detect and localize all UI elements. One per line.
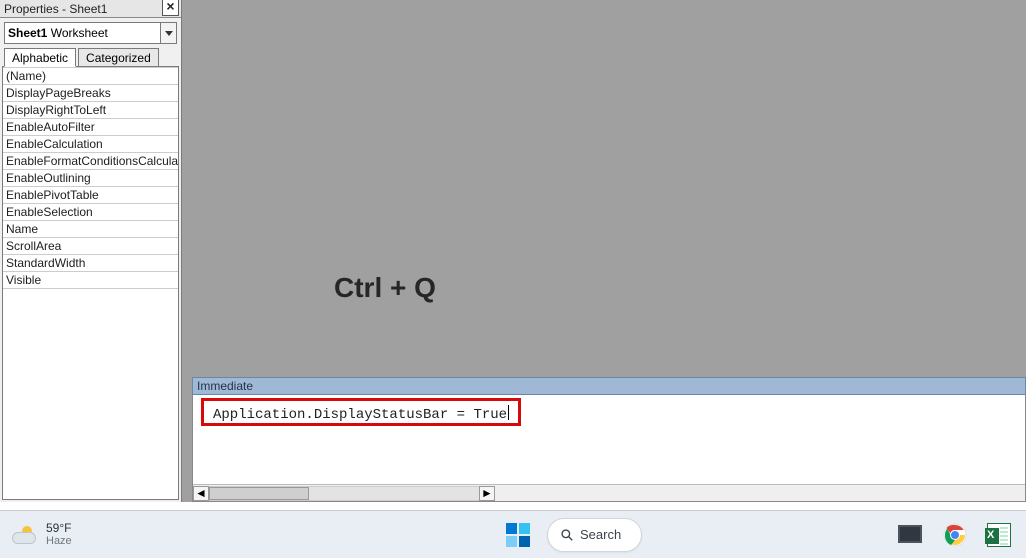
weather-temp: 59°F — [46, 522, 72, 535]
scroll-left-button[interactable]: ◄ — [193, 486, 209, 501]
property-row[interactable]: EnableOutliningFalse — [3, 170, 179, 187]
taskbar-app-excel[interactable] — [984, 520, 1014, 550]
properties-object-type: Worksheet — [51, 26, 108, 40]
property-name: DisplayPageBreaks — [3, 85, 179, 102]
property-row[interactable]: (Name)Sheet1 — [3, 68, 179, 85]
properties-close-button[interactable]: × — [162, 0, 179, 16]
keyboard-shortcut-overlay: Ctrl + Q — [334, 272, 436, 304]
search-icon — [560, 528, 574, 542]
property-row[interactable]: Visible-1 - xlSheetVisible — [3, 272, 179, 289]
properties-object-selector[interactable]: Sheet1 Worksheet — [4, 22, 177, 44]
tab-alphabetic[interactable]: Alphabetic — [4, 48, 76, 67]
chrome-icon — [943, 523, 967, 547]
tab-categorized[interactable]: Categorized — [78, 48, 159, 67]
property-name: StandardWidth — [3, 255, 179, 272]
start-button[interactable] — [503, 520, 533, 550]
properties-tabs: Alphabetic Categorized — [4, 48, 177, 67]
property-name: EnableAutoFilter — [3, 119, 179, 136]
taskbar: 59°F Haze Search — [0, 510, 1026, 558]
immediate-title-bar: Immediate — [192, 377, 1026, 395]
property-name: EnableFormatConditionsCalculation — [3, 153, 179, 170]
scroll-track[interactable] — [209, 486, 479, 501]
property-name: Visible — [3, 272, 179, 289]
properties-object-name: Sheet1 — [8, 26, 47, 40]
task-view-button[interactable] — [896, 520, 926, 550]
immediate-h-scrollbar[interactable]: ◄ ► — [193, 484, 1025, 501]
property-row[interactable]: StandardWidth8.43 — [3, 255, 179, 272]
excel-icon — [987, 523, 1011, 547]
properties-title-bar: Properties - Sheet1 × — [0, 0, 181, 18]
property-row[interactable]: EnableAutoFilterFalse — [3, 119, 179, 136]
property-name: EnableCalculation — [3, 136, 179, 153]
scroll-right-button[interactable]: ► — [479, 486, 495, 501]
immediate-code-text: Application.DisplayStatusBar = True — [213, 407, 507, 423]
windows-logo-icon — [506, 523, 530, 547]
properties-object-dropdown[interactable] — [160, 23, 176, 43]
property-name: EnableOutlining — [3, 170, 179, 187]
immediate-body[interactable]: Application.DisplayStatusBar = True ◄ ► — [192, 395, 1026, 502]
taskbar-search[interactable]: Search — [547, 518, 642, 552]
property-name: Name — [3, 221, 179, 238]
property-name: ScrollArea — [3, 238, 179, 255]
property-row[interactable]: NameSheet1 — [3, 221, 179, 238]
weather-icon — [12, 524, 38, 546]
property-row[interactable]: DisplayPageBreaksFalse — [3, 85, 179, 102]
property-row[interactable]: ScrollArea — [3, 238, 179, 255]
immediate-window: Immediate Application.DisplayStatusBar =… — [192, 377, 1026, 502]
weather-text: 59°F Haze — [46, 522, 72, 547]
task-view-icon — [901, 528, 921, 542]
taskbar-weather-widget[interactable]: 59°F Haze — [12, 522, 72, 547]
text-cursor — [508, 405, 509, 420]
property-name: EnablePivotTable — [3, 187, 179, 204]
property-name: EnableSelection — [3, 204, 179, 221]
property-row[interactable]: EnableFormatConditionsCalculationTrue — [3, 153, 179, 170]
taskbar-app-chrome[interactable] — [940, 520, 970, 550]
immediate-code-line[interactable]: Application.DisplayStatusBar = True — [213, 405, 509, 423]
property-name: (Name) — [3, 68, 179, 85]
property-name: DisplayRightToLeft — [3, 102, 179, 119]
weather-condition: Haze — [46, 535, 72, 547]
property-row[interactable]: EnablePivotTableFalse — [3, 187, 179, 204]
chevron-down-icon — [165, 31, 173, 36]
properties-grid: (Name)Sheet1DisplayPageBreaksFalseDispla… — [2, 66, 179, 500]
taskbar-search-label: Search — [580, 527, 621, 542]
properties-title-text: Properties - Sheet1 — [4, 2, 107, 16]
properties-pane: Properties - Sheet1 × Sheet1 Worksheet A… — [0, 0, 182, 502]
property-row[interactable]: EnableSelection0 - xlNoRestrictions — [3, 204, 179, 221]
property-row[interactable]: EnableCalculationTrue — [3, 136, 179, 153]
scroll-thumb[interactable] — [209, 487, 309, 500]
property-row[interactable]: DisplayRightToLeftFalse — [3, 102, 179, 119]
